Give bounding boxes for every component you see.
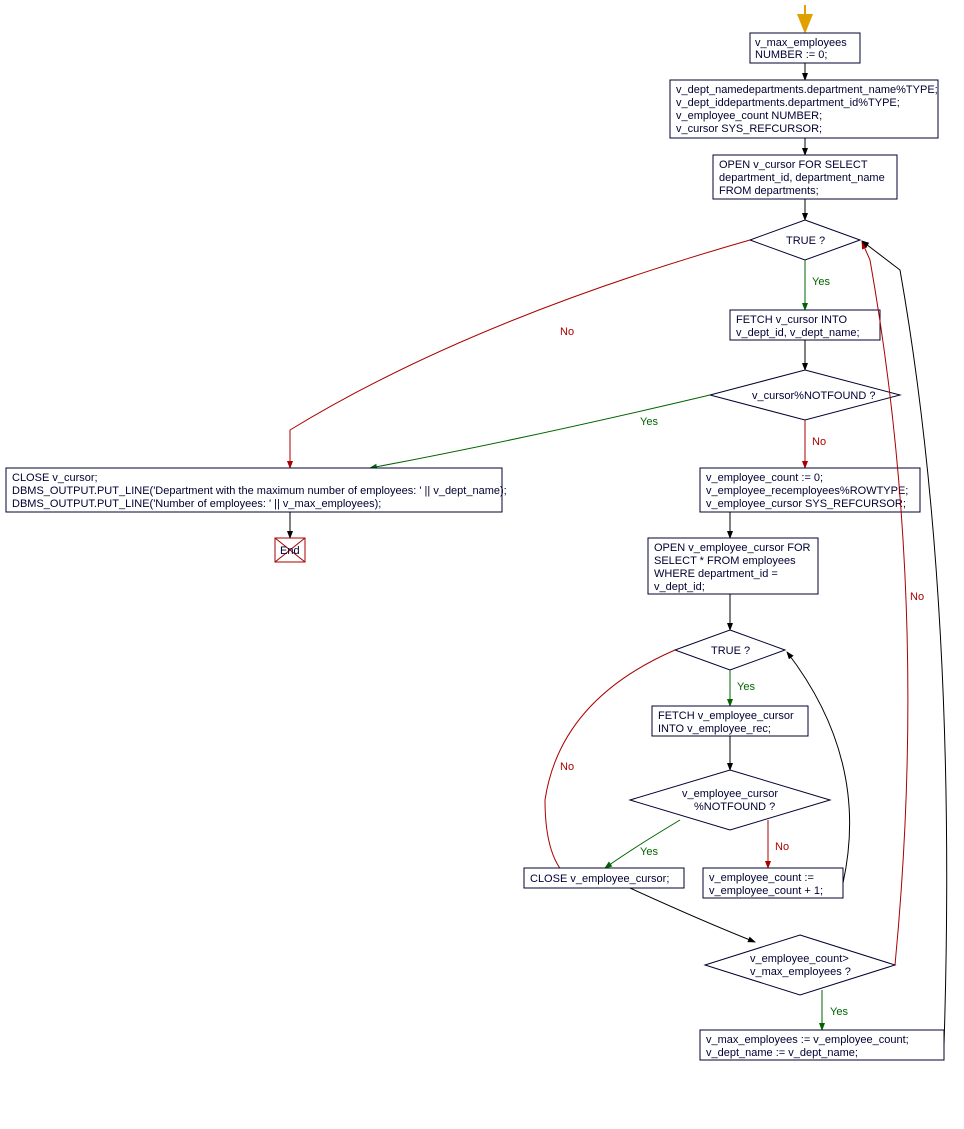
svg-text:v_employee_cursor SYS_REFCURSO: v_employee_cursor SYS_REFCURSOR; — [706, 498, 906, 510]
edge-label-no-5: No — [910, 591, 924, 603]
node-close-and-output: CLOSE v_cursor; DBMS_OUTPUT.PUT_LINE('De… — [6, 468, 507, 512]
svg-text:v_employee_count :=: v_employee_count := — [709, 872, 814, 884]
svg-text:End: End — [280, 545, 300, 557]
svg-text:department_id, department_name: department_id, department_name — [719, 172, 885, 184]
edge-label-yes-3: Yes — [737, 681, 755, 693]
edge-d1-no — [290, 240, 750, 468]
node-fetch-dept: FETCH v_cursor INTO v_dept_id, v_dept_na… — [730, 310, 880, 340]
node-declarations: v_dept_namedepartments.department_name%T… — [670, 80, 938, 138]
decision-inner-loop: TRUE ? — [675, 630, 785, 670]
svg-text:SELECT * FROM employees: SELECT * FROM employees — [654, 555, 796, 567]
svg-text:v_max_employees: v_max_employees — [755, 37, 847, 49]
svg-text:DBMS_OUTPUT.PUT_LINE('Number o: DBMS_OUTPUT.PUT_LINE('Number of employee… — [12, 498, 381, 510]
svg-text:v_dept_id;: v_dept_id; — [654, 581, 705, 593]
svg-text:TRUE ?: TRUE ? — [786, 235, 825, 247]
decision-dept-notfound: v_cursor%NOTFOUND ? — [710, 370, 900, 420]
svg-text:v_employee_count + 1;: v_employee_count + 1; — [709, 885, 823, 897]
edge-label-no-2: No — [812, 436, 826, 448]
edge-label-no-3: No — [560, 761, 574, 773]
svg-text:v_employee_cursor: v_employee_cursor — [682, 788, 778, 800]
svg-text:v_employee_recemployees%ROWTYP: v_employee_recemployees%ROWTYPE; — [706, 485, 908, 497]
svg-text:v_max_employees := v_employee_: v_max_employees := v_employee_count; — [706, 1034, 909, 1046]
edge-label-yes-2: Yes — [640, 416, 658, 428]
svg-text:CLOSE v_cursor;: CLOSE v_cursor; — [12, 472, 98, 484]
svg-text:CLOSE v_employee_cursor;: CLOSE v_employee_cursor; — [530, 873, 669, 885]
node-v-max-employees-decl: v_max_employees NUMBER := 0; — [750, 33, 860, 63]
svg-text:v_dept_namedepartments.departm: v_dept_namedepartments.department_name%T… — [676, 84, 938, 96]
svg-text:FETCH v_employee_cursor: FETCH v_employee_cursor — [658, 710, 794, 722]
svg-text:v_dept_name := v_dept_name;: v_dept_name := v_dept_name; — [706, 1047, 858, 1059]
node-close-emp-cursor: CLOSE v_employee_cursor; — [524, 868, 684, 888]
svg-text:FROM departments;: FROM departments; — [719, 185, 819, 197]
edge-n8-d3 — [787, 652, 850, 883]
edge-label-yes: Yes — [812, 276, 830, 288]
edge-n10-d1 — [862, 241, 947, 1045]
decision-compare-max: v_employee_count> v_max_employees ? — [705, 935, 895, 995]
svg-text:INTO v_employee_rec;: INTO v_employee_rec; — [658, 723, 771, 735]
edge-label-no: No — [560, 326, 574, 338]
svg-text:v_employee_count NUMBER;: v_employee_count NUMBER; — [676, 110, 822, 122]
node-open-emp-cursor: OPEN v_employee_cursor FOR SELECT * FROM… — [648, 538, 818, 594]
edge-d4-yes — [605, 820, 680, 868]
svg-text:OPEN v_cursor FOR SELECT: OPEN v_cursor FOR SELECT — [719, 159, 868, 171]
edge-label-yes-4: Yes — [640, 846, 658, 858]
node-end: End — [275, 538, 305, 562]
edge-d2-yes — [370, 395, 710, 468]
svg-text:v_employee_count>: v_employee_count> — [750, 953, 849, 965]
edge-label-no-4: No — [775, 841, 789, 853]
node-open-dept-cursor: OPEN v_cursor FOR SELECT department_id, … — [713, 155, 897, 199]
decision-outer-loop: TRUE ? — [750, 220, 860, 260]
svg-text:v_dept_iddepartments.departmen: v_dept_iddepartments.department_id%TYPE; — [676, 97, 900, 109]
svg-text:FETCH v_cursor INTO: FETCH v_cursor INTO — [736, 314, 847, 326]
node-inner-decls: v_employee_count := 0; v_employee_recemp… — [700, 468, 920, 512]
decision-emp-notfound: v_employee_cursor %NOTFOUND ? — [630, 770, 830, 830]
svg-text:v_cursor%NOTFOUND ?: v_cursor%NOTFOUND ? — [752, 390, 875, 402]
svg-text:v_employee_count := 0;: v_employee_count := 0; — [706, 472, 823, 484]
node-fetch-emp: FETCH v_employee_cursor INTO v_employee_… — [652, 706, 808, 736]
svg-text:WHERE department_id =: WHERE department_id = — [654, 568, 778, 580]
svg-text:TRUE ?: TRUE ? — [711, 645, 750, 657]
node-update-max: v_max_employees := v_employee_count; v_d… — [700, 1030, 944, 1060]
edge-label-yes-5: Yes — [830, 1006, 848, 1018]
svg-text:OPEN v_employee_cursor FOR: OPEN v_employee_cursor FOR — [654, 542, 811, 554]
node-increment-count: v_employee_count := v_employee_count + 1… — [703, 868, 843, 898]
svg-text:v_cursor SYS_REFCURSOR;: v_cursor SYS_REFCURSOR; — [676, 123, 822, 135]
svg-text:v_dept_id, v_dept_name;: v_dept_id, v_dept_name; — [736, 327, 860, 339]
svg-text:DBMS_OUTPUT.PUT_LINE('Departme: DBMS_OUTPUT.PUT_LINE('Department with th… — [12, 485, 507, 497]
svg-text:NUMBER := 0;: NUMBER := 0; — [755, 49, 827, 61]
svg-text:v_max_employees ?: v_max_employees ? — [750, 966, 851, 978]
edge-d5-no — [862, 242, 908, 965]
svg-text:%NOTFOUND ?: %NOTFOUND ? — [694, 801, 775, 813]
